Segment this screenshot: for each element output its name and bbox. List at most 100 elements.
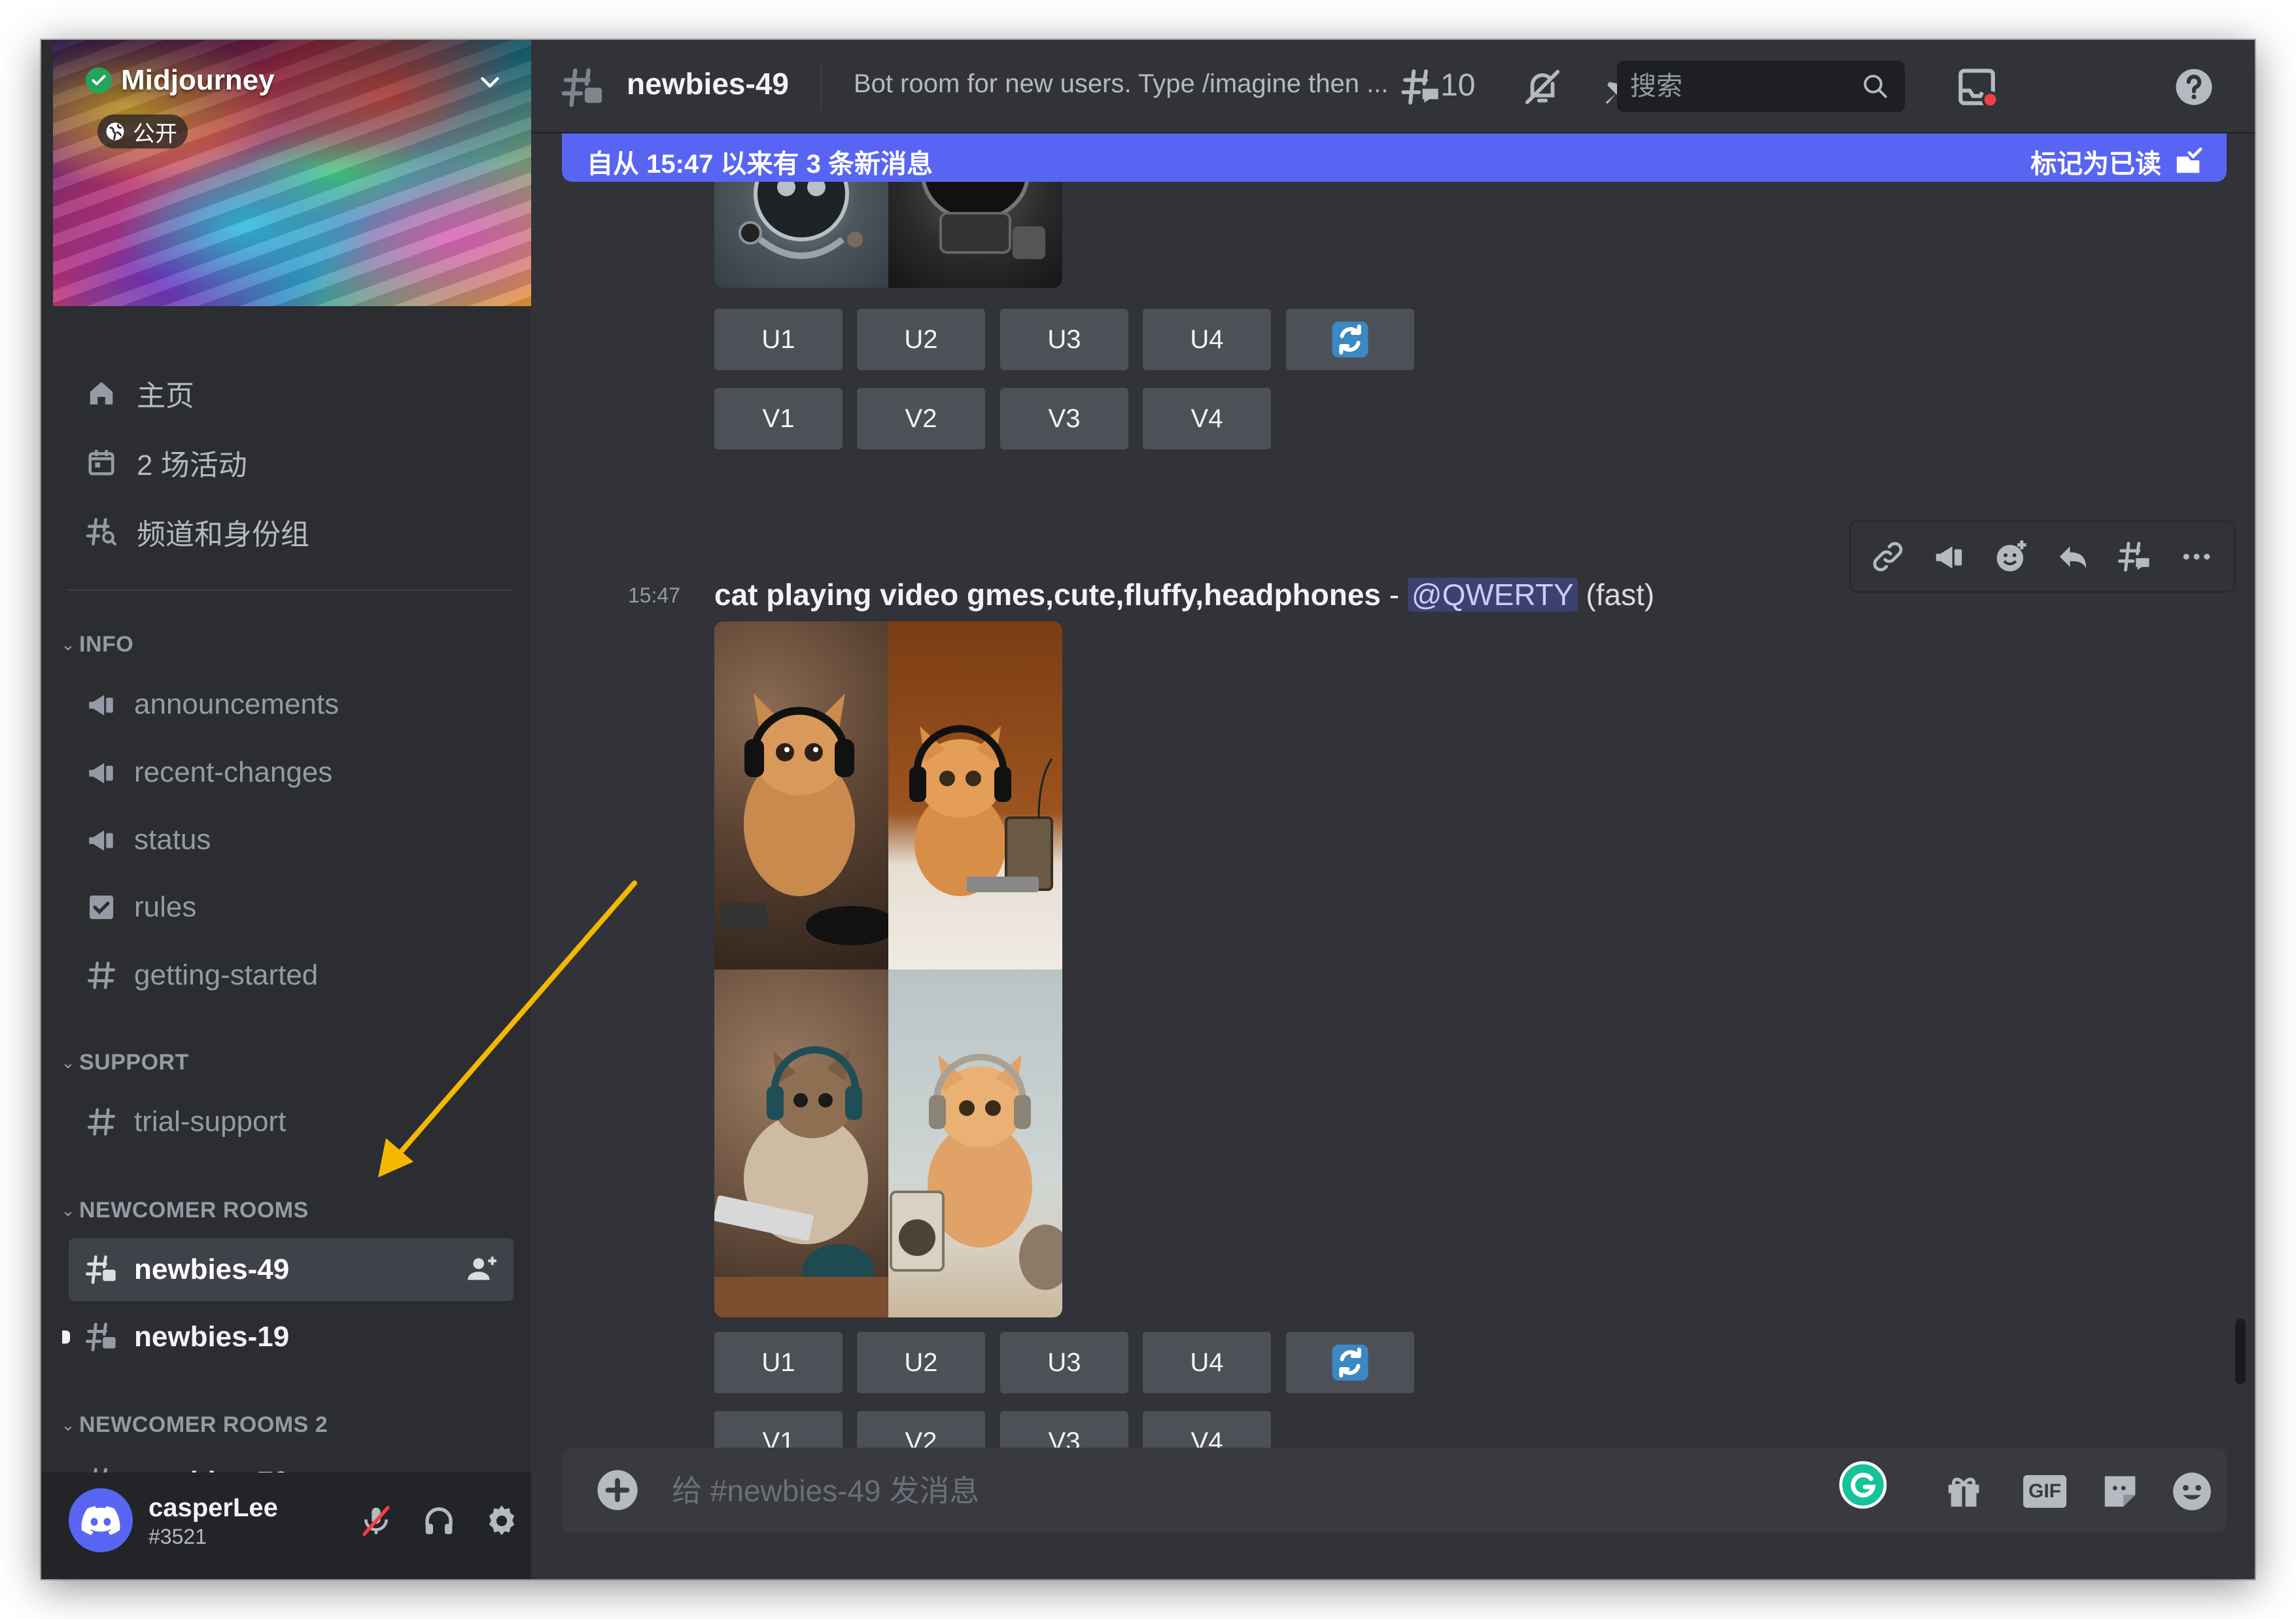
gift-icon[interactable] [1939,1467,1988,1516]
public-label: 公开 [133,121,177,147]
hash-icon [84,958,118,992]
nav-events[interactable]: 2 场活动 [84,436,516,489]
add-attachment-icon[interactable] [595,1467,640,1513]
new-messages-text: 自从 15:47 以来有 3 条新消息 [587,150,933,179]
server-banner[interactable]: Midjourney 公开 [53,40,531,306]
hash-thread-icon [84,1320,118,1354]
avatar[interactable] [69,1488,133,1552]
more-options-icon[interactable] [2170,531,2223,583]
announcement-icon[interactable] [1923,531,1975,583]
channel-recent-changes[interactable]: recent-changes [69,741,513,804]
image-tile-kitten-4[interactable] [888,969,1062,1317]
scrollbar[interactable] [2235,1319,2246,1384]
image-tile-kitten-2[interactable] [888,621,1062,969]
announcement-icon [84,756,118,790]
image-tile-kitten-1[interactable] [714,621,888,969]
channel-rules[interactable]: rules [69,876,513,939]
upscale-button-1[interactable]: U1 [714,1332,843,1393]
gif-icon[interactable]: GIF [2021,1467,2069,1516]
upscale-button-2[interactable]: U2 [857,309,985,370]
user-mention[interactable]: @QWERTY [1407,578,1578,612]
hash-icon [84,1105,118,1139]
chevron-down-icon: ⌄ [61,1414,75,1435]
message-timestamp: 15:47 [628,583,681,607]
channel-title: newbies-49 [627,67,789,101]
announcement-icon [84,823,118,857]
message-list[interactable]: U1 U2 U3 U4 V1 V2 V3 V4 15:47 cat playin… [531,135,2255,1489]
image-tile-kitten-3[interactable] [714,969,888,1317]
upscale-button-4[interactable]: U4 [1143,309,1271,370]
reroll-button[interactable] [1286,309,1414,370]
channel-newbies-19[interactable]: newbies-19 [62,1306,513,1368]
variation-button-1[interactable]: V1 [714,388,843,449]
discord-window: Midjourney 公开 主页 2 场活动 频道和身份组 ⌄ INFO ann… [41,40,2255,1579]
channel-status[interactable]: status [69,809,513,871]
chevron-down-icon: ⌄ [61,1200,75,1220]
reply-icon[interactable] [2047,531,2099,583]
nav-home[interactable]: 主页 [84,367,516,419]
add-member-icon[interactable] [466,1253,499,1289]
inbox-icon[interactable] [1952,62,2002,112]
channel-newbies-49[interactable]: newbies-49 [69,1238,513,1301]
hash-thread-icon [84,1253,118,1287]
channel-announcements[interactable]: announcements [69,673,513,736]
header-divider [820,63,822,109]
nav-channels-roles[interactable]: 频道和身份组 [84,506,516,558]
channel-getting-started[interactable]: getting-started [69,944,513,1007]
mark-as-read-button[interactable]: 标记为已读 [2030,143,2203,181]
link-icon[interactable] [1862,531,1914,583]
upscale-button-3[interactable]: U3 [1000,309,1128,370]
gear-icon[interactable] [477,1496,527,1546]
calendar-icon [84,445,118,479]
message-input[interactable] [672,1471,1718,1510]
search-box[interactable] [1617,61,1905,112]
create-thread-icon[interactable] [2108,531,2161,583]
message-prompt: cat playing video gmes,cute,fluffy,headp… [714,578,1382,612]
emoji-icon[interactable] [2168,1467,2216,1516]
server-sidebar: Midjourney 公开 主页 2 场活动 频道和身份组 ⌄ INFO ann… [41,40,531,1579]
rules-checkbox-icon [84,890,118,924]
chevron-down-icon: ⌄ [61,1052,75,1072]
sticker-icon[interactable] [2096,1467,2144,1516]
discord-logo-icon [81,1506,120,1535]
server-header[interactable]: Midjourney [86,62,275,99]
threads-icon[interactable] [1396,62,1446,112]
announcement-icon [84,688,118,722]
upscale-button-3[interactable]: U3 [1000,1332,1128,1393]
generated-image-grid[interactable] [714,621,1062,1317]
add-reaction-icon[interactable] [1985,531,2038,583]
channel-topic[interactable]: Bot room for new users. Type /imagine th… [854,69,1416,99]
mute-mic-icon[interactable] [351,1496,401,1546]
grammarly-icon[interactable] [1839,1461,1887,1509]
variation-button-4[interactable]: V4 [1143,388,1271,449]
notifications-muted-icon[interactable] [1518,62,1567,112]
new-messages-bar[interactable]: 自从 15:47 以来有 3 条新消息 标记为已读 [562,133,2227,182]
user-tag: #3521 [148,1525,207,1548]
variation-button-2[interactable]: V2 [857,388,985,449]
category-newcomer-rooms[interactable]: ⌄ NEWCOMER ROOMS [61,1194,309,1227]
verified-icon [86,67,112,94]
upscale-button-4[interactable]: U4 [1143,1332,1271,1393]
channel-header: newbies-49 Bot room for new users. Type … [531,40,2255,133]
search-input[interactable] [1630,71,1852,101]
sidebar-divider [69,589,513,591]
message-content: cat playing video gmes,cute,fluffy,headp… [714,578,1655,612]
category-newcomer-rooms-2[interactable]: ⌄ NEWCOMER ROOMS 2 [61,1408,328,1441]
reroll-button[interactable] [1286,1332,1414,1393]
channel-trial-support[interactable]: trial-support [69,1090,513,1153]
headphones-icon[interactable] [414,1496,464,1546]
refresh-icon [1332,321,1368,358]
variation-button-3[interactable]: V3 [1000,388,1128,449]
upscale-button-1[interactable]: U1 [714,309,843,370]
category-info[interactable]: ⌄ INFO [61,628,133,661]
category-support[interactable]: ⌄ SUPPORT [61,1046,189,1079]
upscale-button-2[interactable]: U2 [857,1332,985,1393]
username: casperLee [148,1493,278,1522]
home-icon [84,376,118,410]
chevron-down-icon[interactable] [477,69,503,98]
mark-read-icon [2176,147,2202,173]
public-badge: 公开 [97,114,188,148]
hash-thread-icon [560,65,606,114]
help-icon[interactable] [2169,62,2219,112]
channels-browse-icon [84,515,118,549]
